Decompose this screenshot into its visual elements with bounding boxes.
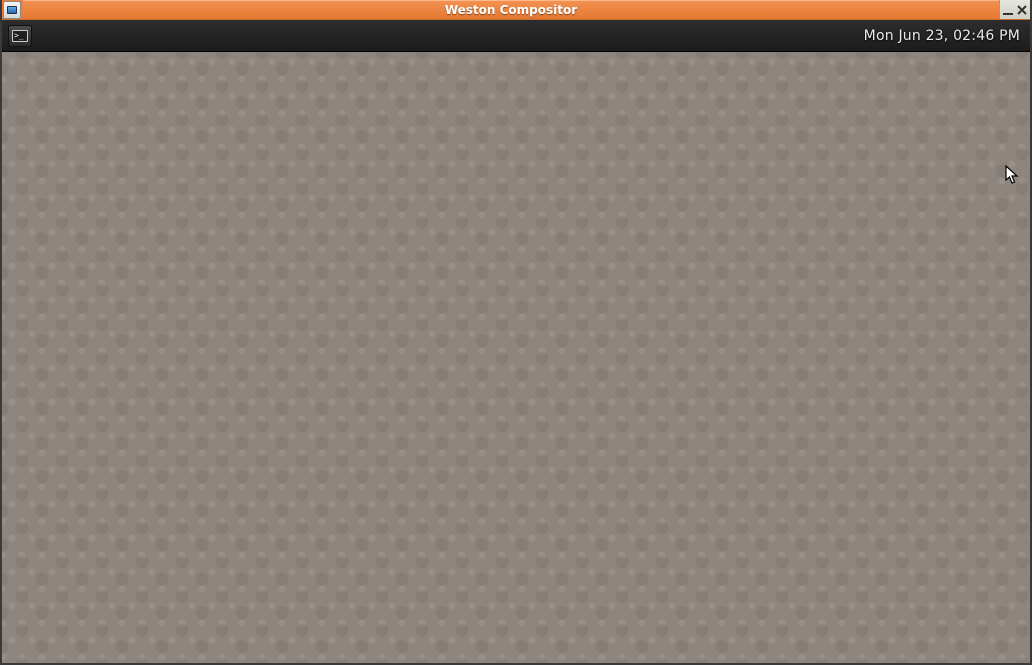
minimize-button[interactable] — [1001, 1, 1015, 19]
weston-panel: >_ Mon Jun 23, 02:46 PM — [2, 20, 1030, 52]
close-button[interactable] — [1015, 1, 1029, 19]
weston-desktop[interactable] — [2, 52, 1030, 663]
window-controls — [999, 0, 1030, 19]
weston-root: >_ Mon Jun 23, 02:46 PM — [2, 20, 1030, 663]
outer-window: Weston Compositor >_ Mon J — [0, 0, 1032, 665]
window-title: Weston Compositor — [23, 0, 999, 19]
terminal-icon: >_ — [12, 30, 28, 42]
window-titlebar[interactable]: Weston Compositor — [2, 0, 1030, 20]
terminal-launcher[interactable]: >_ — [8, 25, 32, 47]
panel-clock: Mon Jun 23, 02:46 PM — [864, 28, 1020, 44]
window-menu-icon[interactable] — [3, 1, 21, 19]
